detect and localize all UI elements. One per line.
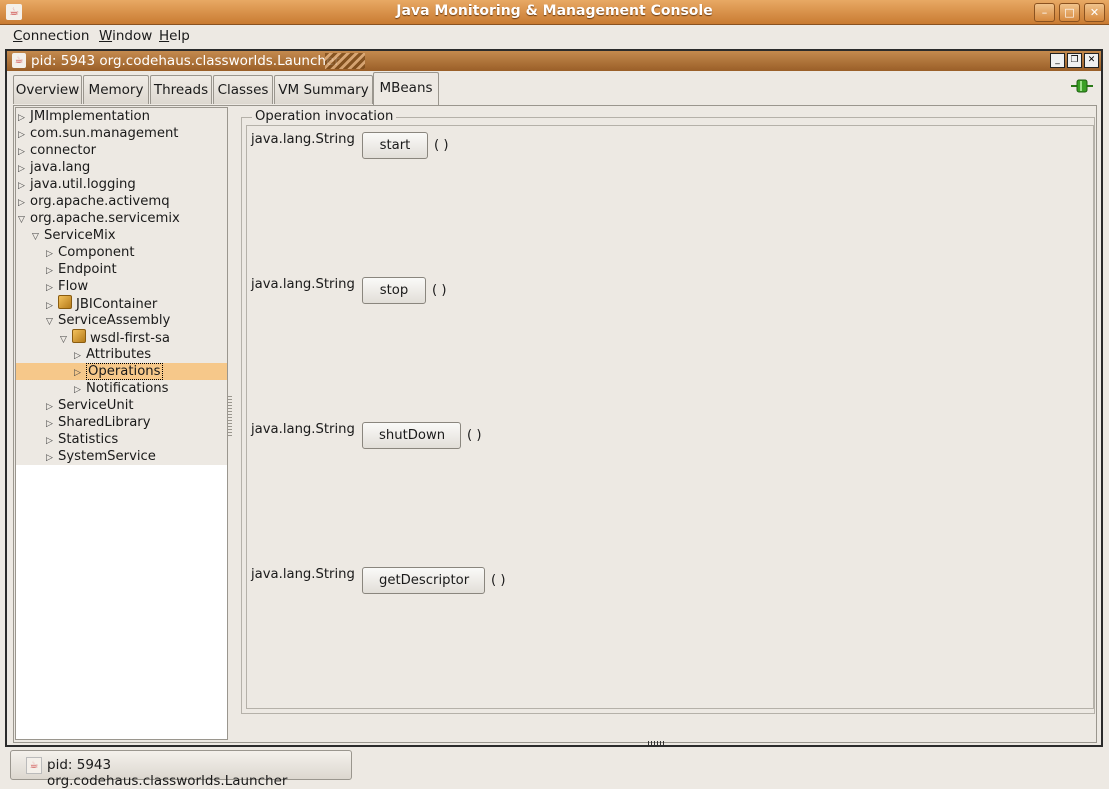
mbean-icon — [72, 329, 86, 343]
return-type-label: java.lang.String — [251, 277, 355, 292]
tree-node-endpoint[interactable]: ▷ Endpoint — [46, 261, 117, 278]
tree-node-flow[interactable]: ▷ Flow — [46, 278, 88, 295]
params-label: ( ) — [432, 283, 447, 298]
params-label: ( ) — [491, 573, 506, 588]
menu-help[interactable]: Help — [159, 28, 190, 44]
shutdown-operation-button[interactable]: shutDown — [362, 422, 461, 449]
tab-overview[interactable]: Overview — [13, 75, 82, 104]
return-type-label: java.lang.String — [251, 567, 355, 582]
params-label: ( ) — [467, 428, 482, 443]
tab-vm-summary[interactable]: VM Summary — [274, 75, 373, 104]
operations-panel: Operation invocation java.lang.String st… — [236, 106, 1095, 736]
minimize-icon[interactable]: _ — [1050, 53, 1065, 68]
tree-node-servicemix[interactable]: ▽ ServiceMix — [32, 227, 116, 244]
tree-node-java-lang[interactable]: ▷ java.lang — [18, 159, 90, 176]
java-app-icon: ☕ — [26, 757, 42, 774]
tree-node-statistics[interactable]: ▷ Statistics — [46, 431, 118, 448]
params-label: ( ) — [434, 138, 449, 153]
group-title: Operation invocation — [252, 109, 397, 124]
tree-node-serviceassembly[interactable]: ▽ ServiceAssembly — [46, 312, 170, 329]
mbean-icon — [58, 295, 72, 309]
tree-node-java-util-logging[interactable]: ▷ java.util.logging — [18, 176, 136, 193]
frame-resize-grip[interactable] — [648, 741, 666, 745]
return-type-label: java.lang.String — [251, 132, 355, 147]
tab-memory[interactable]: Memory — [83, 75, 149, 104]
tree-node-operations[interactable]: ▷ Operations — [74, 363, 163, 380]
operation-invocation-group: Operation invocation java.lang.String st… — [241, 109, 1095, 714]
stop-operation-button[interactable]: stop — [362, 277, 426, 304]
restore-icon[interactable]: ❐ — [1067, 53, 1082, 68]
window-titlebar[interactable]: ☕ Java Monitoring & Management Console –… — [0, 0, 1109, 25]
internal-frame: ☕ pid: 5943 org.codehaus.classworlds.Lau… — [5, 49, 1103, 747]
expanded-arrow-icon[interactable]: ▽ — [18, 212, 30, 229]
operations-list: java.lang.String start ( ) java.lang.Str… — [246, 125, 1094, 709]
mbeans-content: ▷ JMImplementation ▷ com.sun.management ▷ c… — [13, 105, 1097, 743]
tree-node-wsdl-first-sa[interactable]: ▽ wsdl-first-sa — [60, 329, 170, 346]
expanded-arrow-icon[interactable]: ▽ — [32, 229, 44, 246]
tab-threads[interactable]: Threads — [150, 75, 212, 104]
connection-status-icon[interactable] — [1071, 79, 1093, 93]
close-icon[interactable]: ✕ — [1084, 53, 1099, 68]
return-type-label: java.lang.String — [251, 422, 355, 437]
tab-mbeans[interactable]: MBeans — [373, 72, 439, 105]
menubar: Connection Window Help — [0, 25, 1109, 48]
grip-pattern — [325, 53, 365, 69]
menu-window[interactable]: Window — [99, 28, 152, 44]
window-title: Java Monitoring & Management Console — [396, 3, 713, 19]
tree-node-jmimplementation[interactable]: ▷ JMImplementation — [18, 108, 150, 125]
expanded-arrow-icon[interactable]: ▽ — [46, 314, 58, 331]
java-app-icon: ☕ — [12, 53, 26, 68]
maximize-icon[interactable]: □ — [1059, 3, 1080, 22]
internal-frame-title: pid: 5943 org.codehaus.classworlds.Launc… — [31, 53, 340, 69]
menu-connection[interactable]: Connection — [13, 28, 89, 44]
tree-node-serviceunit[interactable]: ▷ ServiceUnit — [46, 397, 134, 414]
split-pane-divider[interactable] — [228, 396, 232, 436]
tree-node-org-apache-activemq[interactable]: ▷ org.apache.activemq — [18, 193, 170, 210]
taskbar-window-button[interactable]: ☕ pid: 5943 org.codehaus.classworlds.Lau… — [10, 750, 352, 789]
close-icon[interactable]: ✕ — [1084, 3, 1105, 22]
tree-node-component[interactable]: ▷ Component — [46, 244, 135, 261]
tree-node-attributes[interactable]: ▷ Attributes — [74, 346, 151, 363]
mbean-tree[interactable]: ▷ JMImplementation ▷ com.sun.management ▷ c… — [15, 107, 228, 740]
internal-frame-titlebar[interactable]: ☕ pid: 5943 org.codehaus.classworlds.Lau… — [7, 51, 1101, 71]
tree-node-connector[interactable]: ▷ connector — [18, 142, 96, 159]
tree-node-com-sun-management[interactable]: ▷ com.sun.management — [18, 125, 178, 142]
tree-node-jbicontainer[interactable]: ▷ JBIContainer — [46, 295, 157, 312]
start-operation-button[interactable]: start — [362, 132, 428, 159]
tree-node-systemservice[interactable]: ▷ SystemService — [46, 448, 156, 465]
collapsed-arrow-icon[interactable]: ▷ — [46, 450, 58, 467]
tree-node-notifications[interactable]: ▷ Notifications — [74, 380, 169, 397]
getdescriptor-operation-button[interactable]: getDescriptor — [362, 567, 485, 594]
tab-classes[interactable]: Classes — [213, 75, 273, 104]
taskbar-label: pid: 5943 org.codehaus.classworlds.Launc… — [47, 757, 288, 789]
tree-node-sharedlibrary[interactable]: ▷ SharedLibrary — [46, 414, 151, 431]
tab-bar: Overview Memory Threads Classes VM Summa… — [7, 71, 1101, 105]
minimize-icon[interactable]: – — [1034, 3, 1055, 22]
expanded-arrow-icon[interactable]: ▽ — [60, 332, 72, 349]
tree-node-org-apache-servicemix[interactable]: ▽ org.apache.servicemix — [18, 210, 180, 227]
